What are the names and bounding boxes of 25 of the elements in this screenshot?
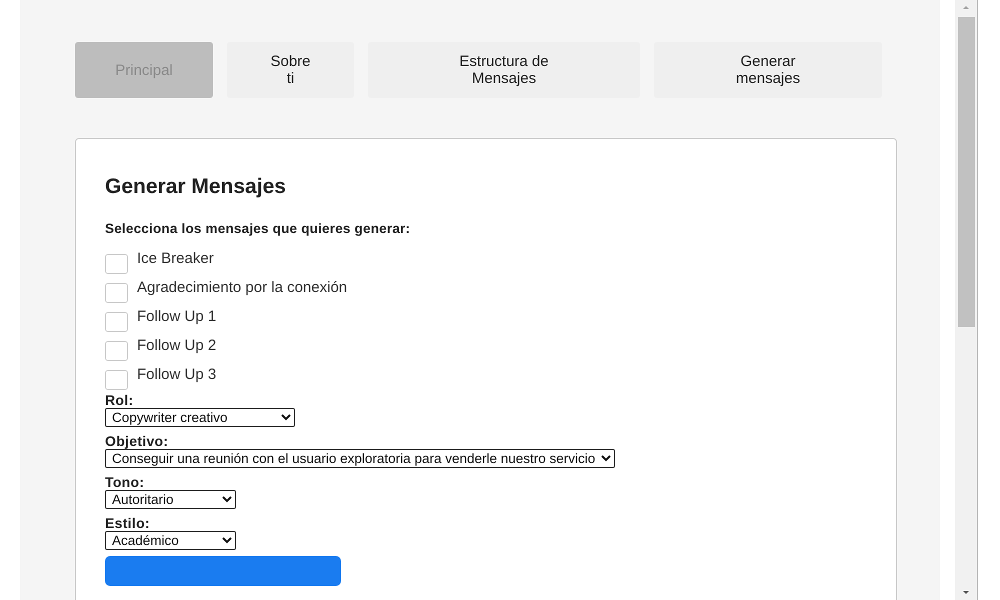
- checkbox[interactable]: [105, 340, 128, 360]
- dropdown[interactable]: Académico: [105, 531, 236, 550]
- checkbox-label: Follow Up 3: [137, 366, 216, 383]
- scrollbar-thumb[interactable]: [958, 17, 974, 327]
- checkbox[interactable]: [105, 312, 128, 332]
- field-label: Rol:: [105, 392, 134, 408]
- checkbox-label: Agradecimiento por la conexión: [137, 279, 348, 296]
- tab[interactable]: Generar mensajes: [654, 42, 882, 98]
- checkbox-label: Follow Up 2: [137, 337, 216, 354]
- field-label: Estilo:: [105, 515, 151, 531]
- dropdown[interactable]: Autoritario: [105, 490, 236, 509]
- tab[interactable]: Estructura de Mensajes: [368, 42, 640, 98]
- instruction-text: Selecciona los mensajes que quieres generar:: [105, 221, 412, 236]
- field-label: Tono:: [105, 474, 146, 490]
- dropdown[interactable]: Conseguir una reunión con el usuario exploratoria para venderle nuestro servicio: [105, 449, 615, 468]
- action-button[interactable]: [105, 556, 341, 586]
- checkbox-label: Ice Breaker: [137, 250, 214, 267]
- field-label: Objetivo:: [105, 433, 170, 449]
- checkbox[interactable]: [105, 282, 128, 302]
- form-title: Generar Mensajes: [105, 175, 287, 199]
- checkbox[interactable]: [105, 254, 128, 274]
- checkbox[interactable]: [105, 370, 128, 390]
- checkbox-label: Follow Up 1: [137, 308, 216, 325]
- dropdown[interactable]: Copywriter creativo: [105, 408, 295, 427]
- tab[interactable]: Sobre ti: [227, 42, 354, 98]
